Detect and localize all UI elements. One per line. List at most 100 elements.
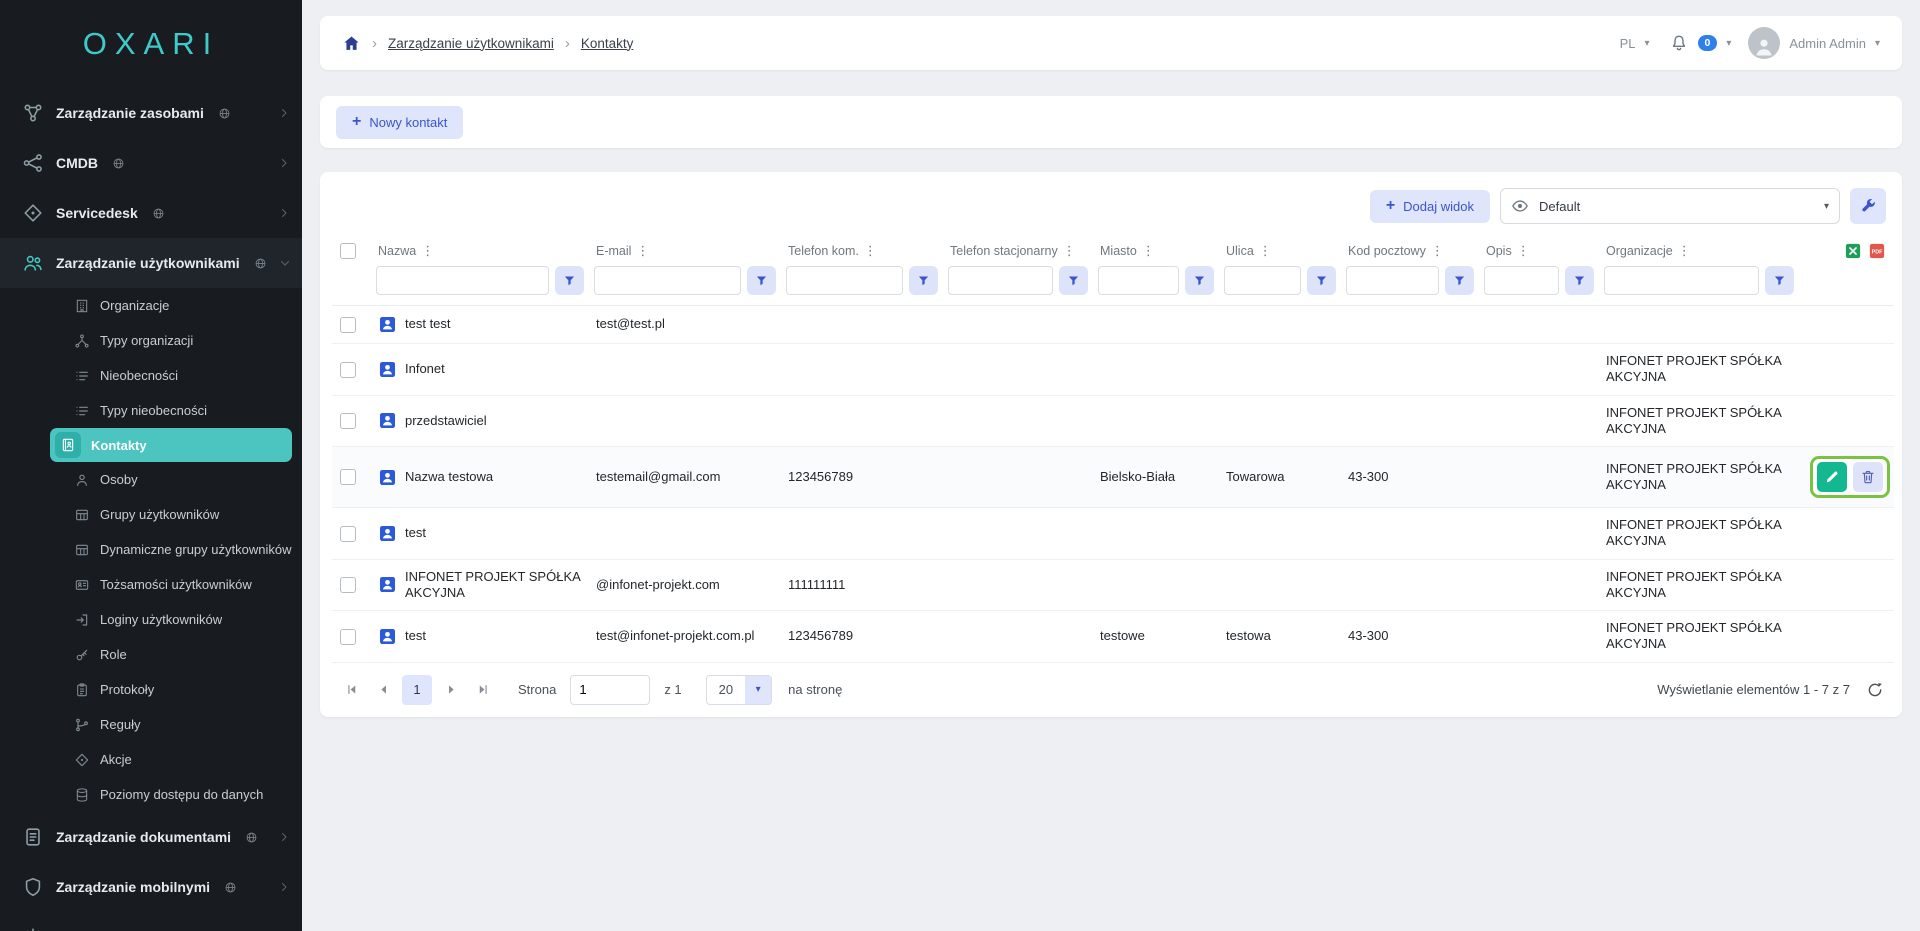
column-menu-icon[interactable]: ⋮ [1676,243,1693,259]
table-row[interactable]: testtest@infonet-projekt.com.pl123456789… [332,611,1894,663]
sidebar-subitem-osoby[interactable]: Osoby [0,462,302,497]
column-menu-icon[interactable]: ⋮ [1429,243,1446,259]
chevron-down-icon[interactable]: ▾ [1726,38,1731,49]
sidebar-subitem-nieobecno-ci[interactable]: Nieobecności [0,358,302,393]
sidebar-item-zarz-dzanie-u-ytkownikami[interactable]: Zarządzanie użytkownikami [0,238,302,288]
sidebar-subitem-grupy-u-ytkownik-w[interactable]: Grupy użytkowników [0,497,302,532]
cell-miasto: testowe [1098,611,1224,663]
filter-input-telefon_stacjonarny[interactable] [948,266,1053,295]
add-view-button[interactable]: + Dodaj widok [1370,190,1490,223]
filter-input-nazwa[interactable] [376,266,549,295]
cell-organizacje: INFONET PROJEKT SPÓŁKA AKCYJNA [1604,395,1804,447]
filter-button-miasto[interactable] [1185,266,1214,295]
roles-icon [74,647,90,663]
filter-button-organizacje[interactable] [1765,266,1794,295]
sidebar-subitem-to-samo-ci-u-ytkownik-w[interactable]: Tożsamości użytkowników [0,567,302,602]
table-settings-button[interactable] [1850,188,1886,224]
previous-page-button[interactable] [370,677,396,703]
row-checkbox[interactable] [340,317,356,333]
filter-input-kod_pocztowy[interactable] [1346,266,1439,295]
sidebar-subitem-loginy-u-ytkownik-w[interactable]: Loginy użytkowników [0,602,302,637]
sidebar-item-zarz-dzanie-dokumentami[interactable]: Zarządzanie dokumentami [0,812,302,862]
cell-opis [1484,447,1604,508]
row-checkbox[interactable] [340,526,356,542]
table-row[interactable]: INFONET PROJEKT SPÓŁKA AKCYJNA@infonet-p… [332,559,1894,611]
filter-button-telefon_kom[interactable] [909,266,938,295]
filter-input-ulica[interactable] [1224,266,1301,295]
column-menu-icon[interactable]: ⋮ [1515,243,1532,259]
sidebar-subitem-poziomy-dost-pu-do-danych[interactable]: Poziomy dostępu do danych [0,777,302,812]
filter-button-kod_pocztowy[interactable] [1445,266,1474,295]
table-row[interactable]: testINFONET PROJEKT SPÓŁKA AKCYJNA [332,508,1894,560]
absences-icon [74,368,90,384]
sidebar-subitem-protoko-y[interactable]: Protokoły [0,672,302,707]
filter-input-organizacje[interactable] [1604,266,1759,295]
current-page-button[interactable]: 1 [402,675,432,705]
filter-button-email[interactable] [747,266,776,295]
page-number-input[interactable] [570,675,650,705]
filter-input-opis[interactable] [1484,266,1559,295]
view-selector-dropdown[interactable]: Default ▾ [1500,188,1840,224]
sidebar-subitem-typy-organizacji[interactable]: Typy organizacji [0,323,302,358]
language-selector[interactable]: PL [1620,36,1636,51]
module-badge-icon [152,207,165,220]
page-size-selector[interactable]: 20 ▾ [706,675,772,705]
filter-input-telefon_kom[interactable] [786,266,903,295]
column-label: Telefon stacjonarny [950,244,1058,258]
select-all-checkbox[interactable] [340,243,356,259]
new-contact-button[interactable]: + Nowy kontakt [336,106,463,139]
filter-button-nazwa[interactable] [555,266,584,295]
breadcrumb-link-users[interactable]: Zarządzanie użytkownikami [388,36,554,51]
sidebar-subitem-typy-nieobecno-ci[interactable]: Typy nieobecności [0,393,302,428]
sidebar-subitem-role[interactable]: Role [0,637,302,672]
export-pdf-icon[interactable] [1868,242,1886,260]
sidebar-subitem-dynamiczne-grupy-u-ytkownik-w[interactable]: Dynamiczne grupy użytkowników [0,532,302,567]
filter-input-miasto[interactable] [1098,266,1179,295]
avatar[interactable] [1748,27,1780,59]
filter-button-telefon_stacjonarny[interactable] [1059,266,1088,295]
row-checkbox[interactable] [340,362,356,378]
row-checkbox[interactable] [340,469,356,485]
column-menu-icon[interactable]: ⋮ [419,243,436,259]
edit-row-button[interactable] [1817,462,1847,492]
table-row[interactable]: przedstawicielINFONET PROJEKT SPÓŁKA AKC… [332,395,1894,447]
filter-input-email[interactable] [594,266,741,295]
chevron-right-icon [278,207,290,219]
sidebar-item-cmdb[interactable]: CMDB [0,138,302,188]
cell-nazwa: test test [376,306,594,344]
sidebar-item-zarz-dzanie-mobilnymi[interactable]: Zarządzanie mobilnymi [0,862,302,912]
column-menu-icon[interactable]: ⋮ [1061,243,1078,259]
sidebar-item-servicedesk[interactable]: Servicedesk [0,188,302,238]
filter-button-ulica[interactable] [1307,266,1336,295]
next-page-button[interactable] [438,677,464,703]
last-page-button[interactable] [470,677,496,703]
sidebar-item-zarz-dzanie-zasobami[interactable]: Zarządzanie zasobami [0,88,302,138]
column-menu-icon[interactable]: ⋮ [1140,243,1157,259]
breadcrumb-link-contacts[interactable]: Kontakty [581,36,634,51]
chevron-down-icon[interactable]: ▾ [1875,38,1880,49]
notifications-bell-icon[interactable] [1669,33,1689,53]
export-excel-icon[interactable] [1844,242,1862,260]
table-row[interactable]: Nazwa testowatestemail@gmail.com12345678… [332,447,1894,508]
users-icon [22,252,44,274]
row-checkbox[interactable] [340,577,356,593]
sidebar-subitem-akcje[interactable]: Akcje [0,742,302,777]
sidebar-subitem-kontakty[interactable]: Kontakty [50,428,292,462]
table-row[interactable]: InfonetINFONET PROJEKT SPÓŁKA AKCYJNA [332,344,1894,396]
table-row[interactable]: test testtest@test.pl [332,306,1894,344]
row-checkbox[interactable] [340,629,356,645]
delete-row-button[interactable] [1853,462,1883,492]
column-menu-icon[interactable]: ⋮ [862,243,879,259]
home-icon[interactable] [342,34,361,53]
refresh-icon[interactable] [1866,681,1884,699]
sidebar-subitem-organizacje[interactable]: Organizacje [0,288,302,323]
column-menu-icon[interactable]: ⋮ [1257,243,1274,259]
user-name[interactable]: Admin Admin [1789,36,1866,51]
sidebar-item-ustawienia[interactable]: Ustawienia [0,912,302,931]
filter-button-opis[interactable] [1565,266,1594,295]
row-checkbox[interactable] [340,413,356,429]
chevron-down-icon[interactable]: ▾ [1644,38,1649,49]
first-page-button[interactable] [338,677,364,703]
column-menu-icon[interactable]: ⋮ [634,243,651,259]
sidebar-subitem-regu-y[interactable]: Reguły [0,707,302,742]
